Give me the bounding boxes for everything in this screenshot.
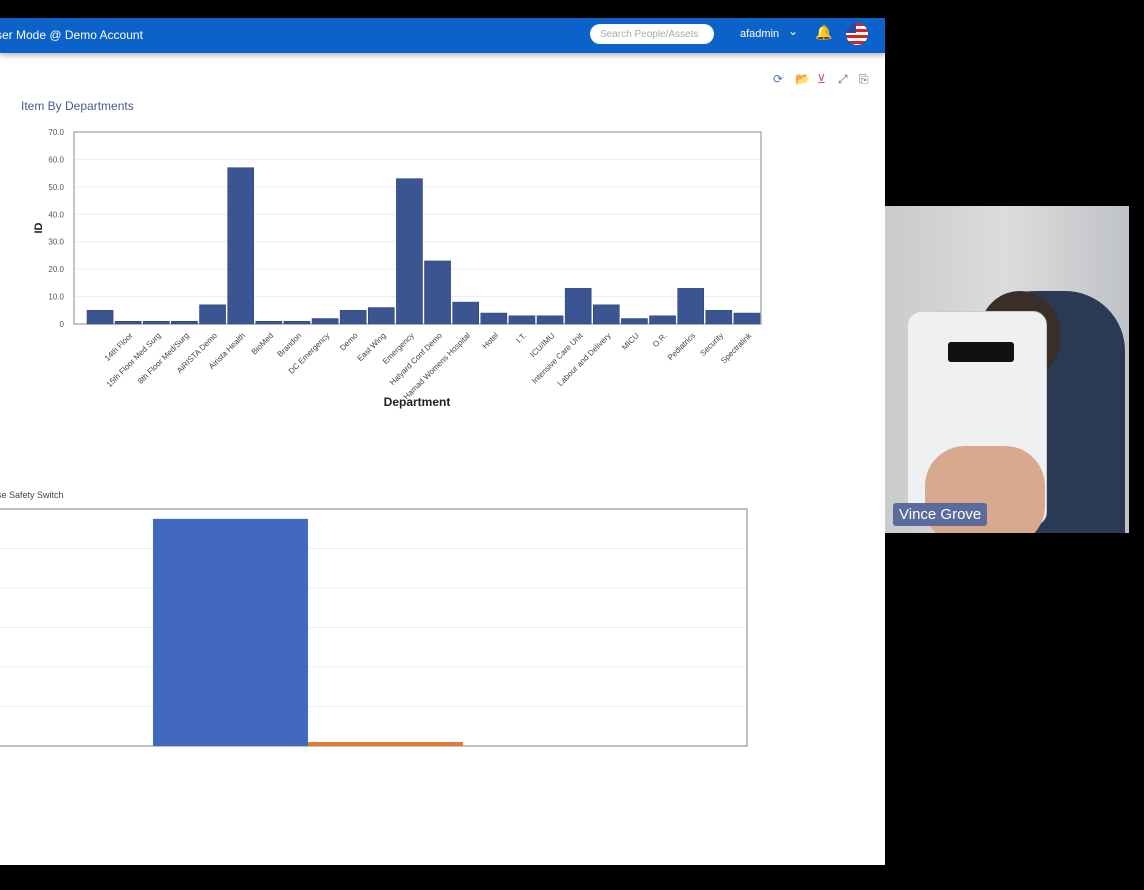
y-tick-label: 40.0 [48,210,64,219]
bar [452,301,479,325]
bar [677,288,704,325]
device-screen [948,342,1014,362]
y-tick-label: 30.0 [48,238,64,247]
y-tick-label: 50.0 [48,183,64,192]
bar [255,321,283,325]
y-tick-label: 20.0 [48,265,64,274]
x-tick-label: Labour and Delivery [556,331,613,388]
departments-bar-chart: 010.020.030.040.050.060.070.014th Floor1… [33,128,762,409]
bar [153,518,308,746]
x-tick-label: Hotel [481,331,501,351]
bar [705,310,733,325]
bar [143,321,170,325]
bar [114,321,142,325]
x-tick-label: Security [698,331,725,358]
x-tick-label: 8th Floor Med/Surg [136,331,191,386]
bar [621,318,648,325]
bar [227,167,254,325]
bar [368,307,395,325]
x-tick-label: Demo [338,331,360,353]
video-tile: Vince Grove [885,206,1129,533]
bar [283,321,311,325]
bar [733,312,761,325]
bar [480,312,508,325]
x-tick-label: Pediatrics [666,331,697,362]
bar [424,260,451,325]
x-axis-label: Department [384,395,451,409]
x-tick-label: I.T. [514,331,528,345]
x-tick-label: Intensive Care Unit [530,331,585,386]
x-tick-label: MICU [620,331,641,352]
x-tick-label: Halyard Conf Demo [388,331,444,387]
bar [339,310,367,325]
x-tick-label: 15th Floor Med Surg [105,331,163,389]
x-tick-label: Brandon [276,331,304,359]
y-tick-label: 70.0 [48,128,64,137]
x-tick-label: Spectralink [719,330,754,365]
bar [308,742,463,746]
y-axis-label: ID [33,222,45,233]
bar [86,310,114,325]
bar [593,304,620,325]
x-tick-label: BioMed [250,331,276,357]
y-tick-label: 10.0 [48,293,64,302]
participant-name: Vince Grove [893,503,988,526]
bar [171,321,198,325]
bar [508,315,536,325]
x-tick-label: O.R. [651,331,669,349]
y-tick-label: 60.0 [48,155,64,164]
bar [311,318,339,325]
bar [564,288,592,325]
bar [536,315,564,325]
plot-frame [0,508,748,747]
y-tick-label: 0 [60,320,65,329]
bar [396,178,423,325]
bar [199,304,226,325]
app-screen: ser Mode @ Demo Account afadmin ⌄ 🔔 ⟳ 📂 … [0,18,885,865]
chart-title: se Safety Switch [0,490,64,500]
bar [649,315,676,325]
x-tick-label: ICU/IMU [528,331,556,359]
